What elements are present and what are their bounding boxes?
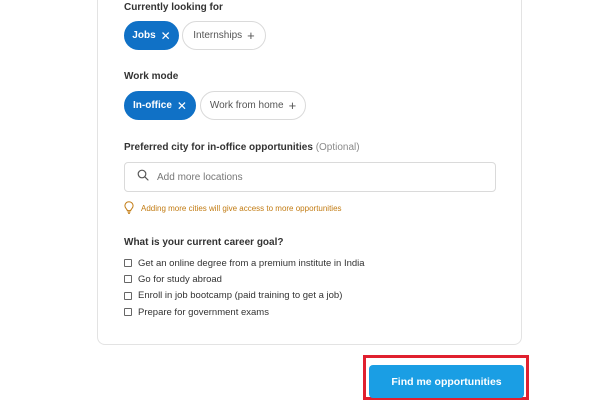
career-goal-option-label: Prepare for government exams <box>138 306 269 318</box>
plus-icon: + <box>288 98 297 113</box>
checkbox[interactable] <box>124 259 132 268</box>
career-goal-option-label: Go for study abroad <box>138 273 222 285</box>
chip-in-office[interactable]: In-office ✕ <box>124 91 196 120</box>
career-goal-options: Get an online degree from a premium inst… <box>124 255 365 320</box>
lightbulb-icon <box>124 201 134 216</box>
city-hint: Adding more cities will give access to m… <box>124 201 342 216</box>
work-mode-label: Work mode <box>124 71 179 82</box>
close-icon[interactable]: ✕ <box>161 30 171 42</box>
career-goal-option[interactable]: Go for study abroad <box>124 271 365 287</box>
career-goal-option[interactable]: Enroll in job bootcamp (paid training to… <box>124 288 365 304</box>
career-goal-option-label: Get an online degree from a premium inst… <box>138 257 365 269</box>
optional-tag: (Optional) <box>315 142 360 153</box>
checkbox[interactable] <box>124 291 132 300</box>
close-icon[interactable]: ✕ <box>177 100 187 112</box>
chip-internships-label: Internships <box>193 30 243 41</box>
career-goal-option[interactable]: Get an online degree from a premium inst… <box>124 255 365 271</box>
career-goal-option[interactable]: Prepare for government exams <box>124 304 365 320</box>
chip-jobs-label: Jobs <box>132 30 156 41</box>
looking-for-label: Currently looking for <box>124 2 223 13</box>
chip-jobs[interactable]: Jobs ✕ <box>124 21 179 50</box>
career-goal-label: What is your current career goal? <box>124 237 284 248</box>
chip-work-from-home[interactable]: Work from home + <box>200 91 306 120</box>
city-hint-text: Adding more cities will give access to m… <box>141 204 342 213</box>
chip-work-from-home-label: Work from home <box>209 100 284 111</box>
plus-icon: + <box>247 28 255 43</box>
location-input[interactable] <box>157 171 477 183</box>
chip-in-office-label: In-office <box>133 100 172 111</box>
location-search-box[interactable] <box>124 162 496 192</box>
preferred-city-label: Preferred city for in-office opportuniti… <box>124 142 360 153</box>
find-opportunities-button[interactable]: Find me opportunities <box>369 365 524 398</box>
checkbox[interactable] <box>124 275 132 284</box>
chip-internships[interactable]: Internships + <box>182 21 266 50</box>
career-goal-option-label: Enroll in job bootcamp (paid training to… <box>138 290 343 302</box>
search-icon <box>137 168 149 186</box>
checkbox[interactable] <box>124 308 132 317</box>
preferred-city-label-text: Preferred city for in-office opportuniti… <box>124 142 313 153</box>
